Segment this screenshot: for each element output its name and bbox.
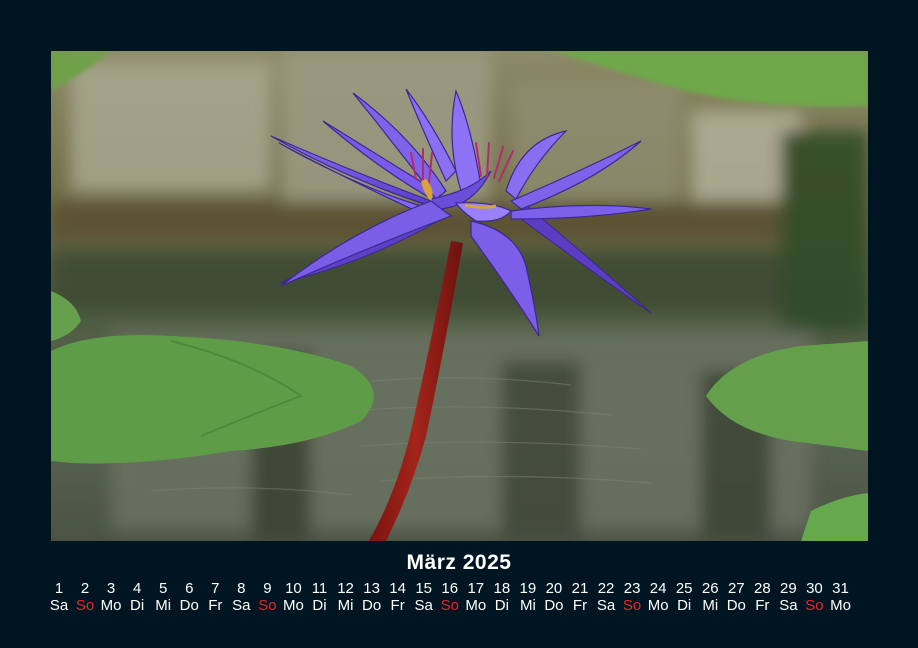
day-number: 14 bbox=[389, 580, 406, 597]
day-number: 28 bbox=[754, 580, 771, 597]
calendar-day: 15 Sa bbox=[411, 580, 437, 614]
weekday-label: Do bbox=[179, 597, 199, 614]
calendar-day: 19 Mi bbox=[515, 580, 541, 614]
day-number: 5 bbox=[159, 580, 168, 597]
day-number: 12 bbox=[337, 580, 354, 597]
calendar-day: 29 Sa bbox=[775, 580, 801, 614]
calendar-day: 13 Do bbox=[359, 580, 385, 614]
weekday-label: Di bbox=[130, 597, 145, 614]
weekday-label: So bbox=[805, 597, 824, 614]
weekday-label: Do bbox=[362, 597, 382, 614]
weekday-label: Di bbox=[312, 597, 327, 614]
weekday-label: Mi bbox=[519, 597, 536, 614]
day-number: 20 bbox=[545, 580, 563, 597]
day-number: 17 bbox=[467, 580, 485, 597]
day-number: 4 bbox=[132, 580, 142, 597]
weekday-label: Mo bbox=[465, 597, 487, 614]
calendar-day: 21 Fr bbox=[567, 580, 593, 614]
month-title: März 2025 bbox=[406, 551, 512, 574]
calendar-day: 25 Di bbox=[671, 580, 697, 614]
calendar-day: 30 So bbox=[801, 580, 827, 614]
calendar-day: 1 Sa bbox=[46, 580, 72, 614]
calendar-day: 11 Di bbox=[307, 580, 333, 614]
weekday-label: So bbox=[75, 597, 95, 614]
day-number: 8 bbox=[237, 580, 246, 597]
day-number: 2 bbox=[80, 580, 90, 597]
day-number: 3 bbox=[106, 580, 116, 597]
day-number: 13 bbox=[363, 580, 380, 597]
weekday-label: So bbox=[440, 597, 459, 614]
calendar-day: 23 So bbox=[619, 580, 645, 614]
calendar-day: 31 Mo bbox=[828, 580, 854, 614]
weekday-label: Mi bbox=[702, 597, 719, 614]
day-number: 19 bbox=[519, 580, 537, 597]
weekday-label: So bbox=[258, 597, 277, 614]
calendar-day: 7 Fr bbox=[202, 580, 228, 614]
water-lily-photo bbox=[51, 51, 868, 541]
day-number: 29 bbox=[780, 580, 797, 597]
day-number: 9 bbox=[263, 580, 272, 597]
weekday-label: Sa bbox=[779, 597, 798, 614]
day-number: 24 bbox=[649, 580, 667, 597]
weekday-label: Di bbox=[494, 597, 509, 614]
calendar-day: 5 Mi bbox=[150, 580, 176, 614]
day-number: 1 bbox=[54, 580, 64, 597]
calendar-day: 28 Fr bbox=[749, 580, 775, 614]
calendar-day: 22 Sa bbox=[593, 580, 619, 614]
weekday-label: Mo bbox=[100, 597, 122, 614]
calendar-day: 14 Fr bbox=[385, 580, 411, 614]
day-number: 6 bbox=[185, 580, 194, 597]
calendar-page: März 2025 1 Sa 2 So 3 Mo 4 Di 5 Mi 6 Do 7 Fr 8 Sa 9 So 10 M… bbox=[0, 0, 918, 648]
weekday-label: Sa bbox=[49, 597, 69, 614]
day-number: 18 bbox=[493, 580, 511, 597]
weekday-label: Sa bbox=[596, 597, 616, 614]
weekday-label: Sa bbox=[414, 597, 433, 614]
calendar-strip: 1 Sa 2 So 3 Mo 4 Di 5 Mi 6 Do 7 Fr 8 Sa 9 So 10 Mo 11 Di 12 Mi 1… bbox=[0, 580, 918, 620]
calendar-day: 12 Mi bbox=[333, 580, 359, 614]
weekday-label: Mi bbox=[337, 597, 354, 614]
calendar-day: 2 So bbox=[72, 580, 98, 614]
weekday-label: Do bbox=[544, 597, 564, 614]
day-number: 11 bbox=[311, 580, 328, 597]
weekday-label: Mo bbox=[283, 597, 304, 614]
calendar-day: 18 Di bbox=[489, 580, 515, 614]
calendar-day: 8 Sa bbox=[228, 580, 254, 614]
day-number: 21 bbox=[571, 580, 589, 597]
calendar-day: 17 Mo bbox=[463, 580, 489, 614]
day-number: 23 bbox=[623, 580, 641, 597]
day-number: 10 bbox=[285, 580, 302, 597]
day-number: 22 bbox=[597, 580, 615, 597]
day-number: 15 bbox=[415, 580, 433, 597]
weekday-label: Fr bbox=[208, 597, 223, 614]
weekday-label: Mo bbox=[647, 597, 669, 614]
weekday-label: So bbox=[622, 597, 642, 614]
calendar-day: 9 So bbox=[254, 580, 280, 614]
weekday-label: Fr bbox=[572, 597, 588, 614]
weekday-label: Mo bbox=[830, 597, 851, 614]
calendar-day: 3 Mo bbox=[98, 580, 124, 614]
calendar-day: 4 Di bbox=[124, 580, 150, 614]
day-number: 7 bbox=[211, 580, 220, 597]
day-number: 16 bbox=[441, 580, 459, 597]
calendar-day: 16 So bbox=[437, 580, 463, 614]
calendar-day: 10 Mo bbox=[280, 580, 306, 614]
weekday-label: Do bbox=[726, 597, 746, 614]
day-number: 30 bbox=[806, 580, 823, 597]
weekday-label: Fr bbox=[390, 597, 405, 614]
weekday-label: Mi bbox=[155, 597, 172, 614]
day-number: 27 bbox=[727, 580, 745, 597]
calendar-day: 6 Do bbox=[176, 580, 202, 614]
day-number: 31 bbox=[832, 580, 849, 597]
day-number: 25 bbox=[675, 580, 693, 597]
weekday-label: Di bbox=[677, 597, 692, 614]
weekday-label: Sa bbox=[232, 597, 251, 614]
calendar-day: 27 Do bbox=[723, 580, 749, 614]
calendar-day: 20 Do bbox=[541, 580, 567, 614]
weekday-label: Fr bbox=[755, 597, 770, 614]
calendar-day: 24 Mo bbox=[645, 580, 671, 614]
calendar-day: 26 Mi bbox=[697, 580, 723, 614]
day-number: 26 bbox=[701, 580, 719, 597]
